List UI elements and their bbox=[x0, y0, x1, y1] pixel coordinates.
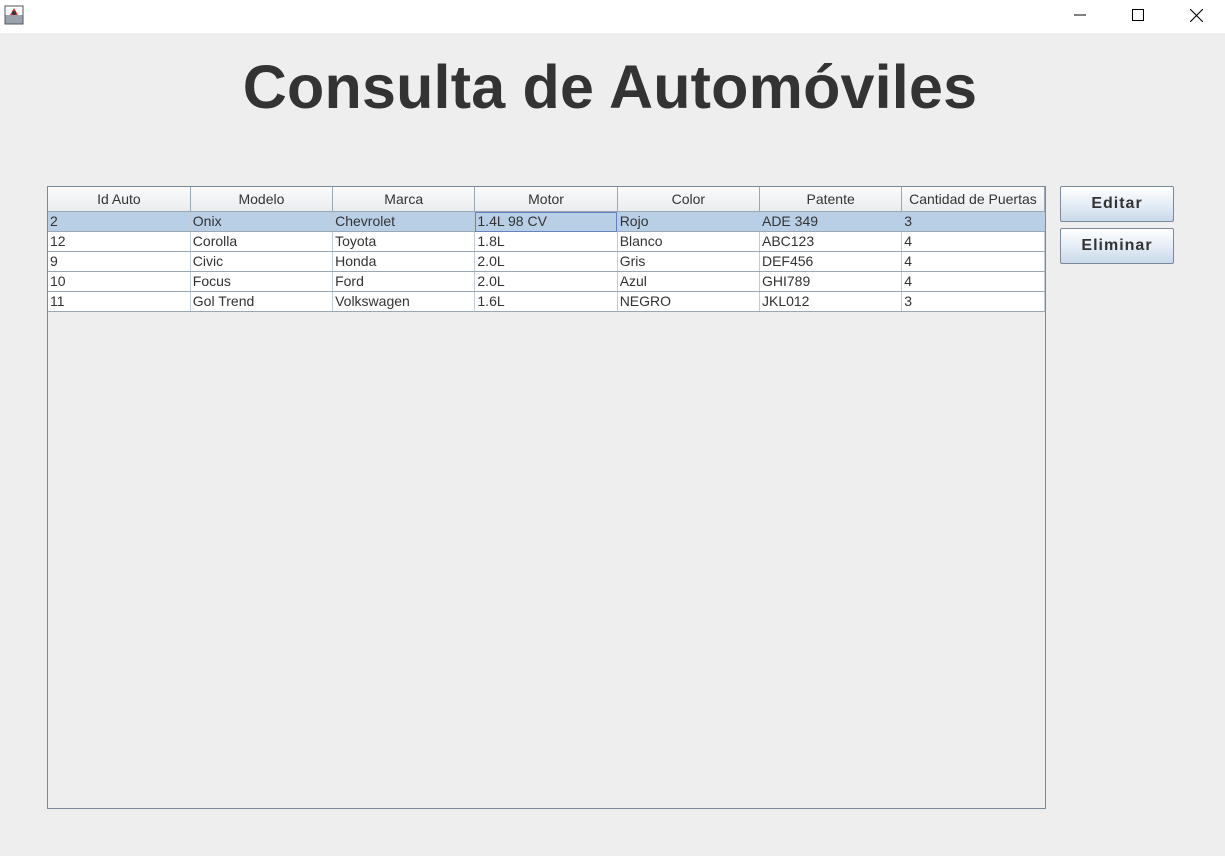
column-header-modelo[interactable]: Modelo bbox=[190, 187, 334, 212]
minimize-button[interactable] bbox=[1051, 0, 1109, 30]
close-button[interactable] bbox=[1167, 0, 1225, 30]
column-header-motor[interactable]: Motor bbox=[474, 187, 618, 212]
table-row[interactable]: 10 Focus Ford 2.0L Azul GHI789 4 bbox=[48, 271, 1045, 292]
table-cell[interactable]: Blanco bbox=[617, 231, 760, 252]
table-row[interactable]: 9 Civic Honda 2.0L Gris DEF456 4 bbox=[48, 251, 1045, 272]
table-cell[interactable]: 3 bbox=[901, 291, 1045, 312]
table-cell[interactable]: 2 bbox=[48, 211, 191, 232]
column-header-color[interactable]: Color bbox=[617, 187, 760, 212]
table-cell[interactable]: Onix bbox=[190, 211, 334, 232]
table-cell[interactable]: GHI789 bbox=[759, 271, 903, 292]
edit-button[interactable]: Editar bbox=[1060, 186, 1174, 222]
table-header-row: Id Auto Modelo Marca Motor Color Patente… bbox=[48, 187, 1045, 212]
table-cell[interactable]: Focus bbox=[190, 271, 334, 292]
table-cell[interactable]: DEF456 bbox=[759, 251, 903, 272]
table-cell[interactable]: 3 bbox=[901, 211, 1045, 232]
table-cell[interactable]: Civic bbox=[190, 251, 334, 272]
table-cell[interactable]: 4 bbox=[901, 231, 1045, 252]
column-header-id[interactable]: Id Auto bbox=[48, 187, 191, 212]
table-cell[interactable]: ADE 349 bbox=[759, 211, 903, 232]
table-cell[interactable]: 4 bbox=[901, 271, 1045, 292]
table-cell[interactable]: Volkswagen bbox=[332, 291, 476, 312]
table-cell[interactable]: 1.6L bbox=[474, 291, 618, 312]
cars-table: Id Auto Modelo Marca Motor Color Patente… bbox=[48, 187, 1045, 312]
table-cell[interactable]: Honda bbox=[332, 251, 476, 272]
maximize-button[interactable] bbox=[1109, 0, 1167, 30]
table-cell[interactable]: Corolla bbox=[190, 231, 334, 252]
table-cell[interactable]: Azul bbox=[617, 271, 760, 292]
table-cell[interactable]: ABC123 bbox=[759, 231, 903, 252]
cars-table-scrollpane[interactable]: Id Auto Modelo Marca Motor Color Patente… bbox=[47, 186, 1046, 809]
table-cell[interactable]: 11 bbox=[48, 291, 191, 312]
java-app-icon bbox=[4, 5, 24, 25]
table-row[interactable]: 11 Gol Trend Volkswagen 1.6L NEGRO JKL01… bbox=[48, 291, 1045, 312]
table-cell[interactable]: Toyota bbox=[332, 231, 476, 252]
table-cell[interactable]: Gol Trend bbox=[190, 291, 334, 312]
table-cell[interactable]: 2.0L bbox=[474, 251, 618, 272]
column-header-puertas[interactable]: Cantidad de Puertas bbox=[901, 187, 1045, 212]
delete-button[interactable]: Eliminar bbox=[1060, 228, 1174, 264]
table-cell[interactable]: NEGRO bbox=[617, 291, 760, 312]
table-cell[interactable]: Gris bbox=[617, 251, 760, 272]
table-cell[interactable]: Chevrolet bbox=[332, 211, 476, 232]
table-cell[interactable]: Rojo bbox=[617, 211, 760, 232]
table-cell[interactable]: 12 bbox=[48, 231, 191, 252]
table-cell[interactable]: JKL012 bbox=[759, 291, 903, 312]
table-cell[interactable]: 2.0L bbox=[474, 271, 618, 292]
close-icon bbox=[1189, 8, 1203, 22]
column-header-marca[interactable]: Marca bbox=[332, 187, 476, 212]
table-cell[interactable]: 10 bbox=[48, 271, 191, 292]
table-cell[interactable]: 4 bbox=[901, 251, 1045, 272]
table-cell[interactable]: Ford bbox=[332, 271, 476, 292]
table-cell[interactable]: 1.8L bbox=[474, 231, 618, 252]
minimize-icon bbox=[1074, 14, 1086, 16]
maximize-icon bbox=[1132, 9, 1144, 21]
column-header-patente[interactable]: Patente bbox=[759, 187, 903, 212]
table-row[interactable]: 12 Corolla Toyota 1.8L Blanco ABC123 4 bbox=[48, 231, 1045, 252]
page-title: Consulta de Automóviles bbox=[242, 53, 978, 121]
table-cell[interactable]: 9 bbox=[48, 251, 191, 272]
table-row-selected[interactable]: 2 Onix Chevrolet 1.4L 98 CV Rojo ADE 349… bbox=[48, 211, 1045, 232]
title-bar bbox=[0, 0, 1225, 33]
table-cell-focused[interactable]: 1.4L 98 CV bbox=[474, 211, 618, 232]
